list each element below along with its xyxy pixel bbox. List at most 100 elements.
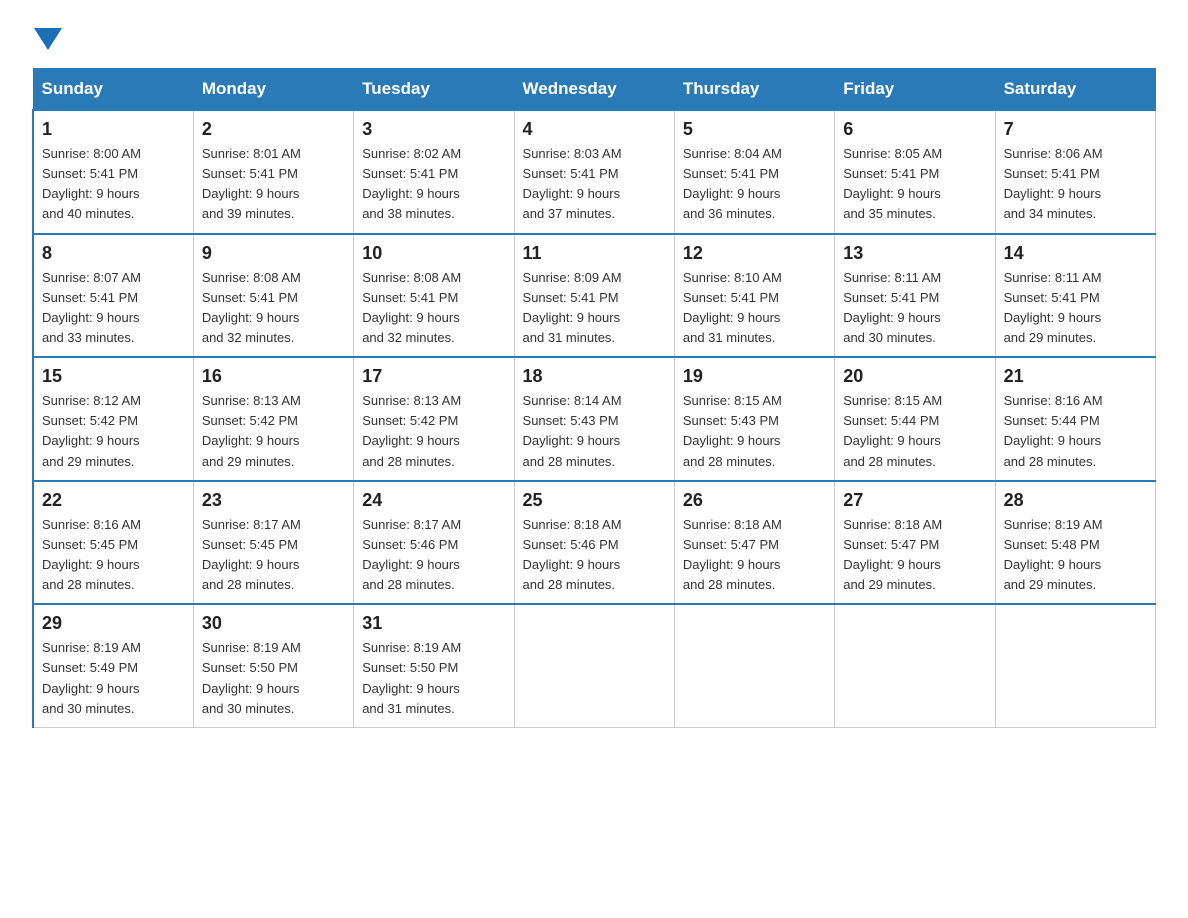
page-header bbox=[32, 24, 1156, 48]
day-number: 26 bbox=[683, 490, 826, 511]
day-info: Sunrise: 8:07 AMSunset: 5:41 PMDaylight:… bbox=[42, 270, 141, 345]
day-info: Sunrise: 8:11 AMSunset: 5:41 PMDaylight:… bbox=[1004, 270, 1102, 345]
calendar-cell: 17 Sunrise: 8:13 AMSunset: 5:42 PMDaylig… bbox=[354, 357, 514, 481]
day-info: Sunrise: 8:16 AMSunset: 5:44 PMDaylight:… bbox=[1004, 393, 1103, 468]
day-info: Sunrise: 8:14 AMSunset: 5:43 PMDaylight:… bbox=[523, 393, 622, 468]
day-number: 4 bbox=[523, 119, 666, 140]
day-info: Sunrise: 8:16 AMSunset: 5:45 PMDaylight:… bbox=[42, 517, 141, 592]
calendar-cell: 14 Sunrise: 8:11 AMSunset: 5:41 PMDaylig… bbox=[995, 234, 1155, 358]
day-info: Sunrise: 8:08 AMSunset: 5:41 PMDaylight:… bbox=[202, 270, 301, 345]
calendar-cell: 19 Sunrise: 8:15 AMSunset: 5:43 PMDaylig… bbox=[674, 357, 834, 481]
col-header-tuesday: Tuesday bbox=[354, 69, 514, 111]
calendar-cell: 8 Sunrise: 8:07 AMSunset: 5:41 PMDayligh… bbox=[33, 234, 193, 358]
day-number: 20 bbox=[843, 366, 986, 387]
calendar-cell: 4 Sunrise: 8:03 AMSunset: 5:41 PMDayligh… bbox=[514, 110, 674, 234]
day-info: Sunrise: 8:19 AMSunset: 5:50 PMDaylight:… bbox=[362, 640, 461, 715]
day-info: Sunrise: 8:06 AMSunset: 5:41 PMDaylight:… bbox=[1004, 146, 1103, 221]
calendar-cell: 6 Sunrise: 8:05 AMSunset: 5:41 PMDayligh… bbox=[835, 110, 995, 234]
day-info: Sunrise: 8:18 AMSunset: 5:46 PMDaylight:… bbox=[523, 517, 622, 592]
day-info: Sunrise: 8:04 AMSunset: 5:41 PMDaylight:… bbox=[683, 146, 782, 221]
day-number: 8 bbox=[42, 243, 185, 264]
day-number: 2 bbox=[202, 119, 345, 140]
calendar-cell: 21 Sunrise: 8:16 AMSunset: 5:44 PMDaylig… bbox=[995, 357, 1155, 481]
calendar-cell: 20 Sunrise: 8:15 AMSunset: 5:44 PMDaylig… bbox=[835, 357, 995, 481]
calendar-week-5: 29 Sunrise: 8:19 AMSunset: 5:49 PMDaylig… bbox=[33, 604, 1156, 727]
day-number: 13 bbox=[843, 243, 986, 264]
day-info: Sunrise: 8:02 AMSunset: 5:41 PMDaylight:… bbox=[362, 146, 461, 221]
calendar-cell: 10 Sunrise: 8:08 AMSunset: 5:41 PMDaylig… bbox=[354, 234, 514, 358]
calendar-header: SundayMondayTuesdayWednesdayThursdayFrid… bbox=[33, 69, 1156, 111]
calendar-cell: 7 Sunrise: 8:06 AMSunset: 5:41 PMDayligh… bbox=[995, 110, 1155, 234]
day-number: 12 bbox=[683, 243, 826, 264]
calendar-cell: 31 Sunrise: 8:19 AMSunset: 5:50 PMDaylig… bbox=[354, 604, 514, 727]
calendar-cell: 29 Sunrise: 8:19 AMSunset: 5:49 PMDaylig… bbox=[33, 604, 193, 727]
calendar-cell: 26 Sunrise: 8:18 AMSunset: 5:47 PMDaylig… bbox=[674, 481, 834, 605]
day-info: Sunrise: 8:19 AMSunset: 5:49 PMDaylight:… bbox=[42, 640, 141, 715]
day-info: Sunrise: 8:15 AMSunset: 5:43 PMDaylight:… bbox=[683, 393, 782, 468]
calendar-cell: 30 Sunrise: 8:19 AMSunset: 5:50 PMDaylig… bbox=[193, 604, 353, 727]
calendar-cell: 9 Sunrise: 8:08 AMSunset: 5:41 PMDayligh… bbox=[193, 234, 353, 358]
calendar-cell bbox=[835, 604, 995, 727]
col-header-thursday: Thursday bbox=[674, 69, 834, 111]
day-number: 10 bbox=[362, 243, 505, 264]
day-number: 5 bbox=[683, 119, 826, 140]
calendar-table: SundayMondayTuesdayWednesdayThursdayFrid… bbox=[32, 68, 1156, 728]
day-info: Sunrise: 8:03 AMSunset: 5:41 PMDaylight:… bbox=[523, 146, 622, 221]
calendar-cell: 12 Sunrise: 8:10 AMSunset: 5:41 PMDaylig… bbox=[674, 234, 834, 358]
col-header-monday: Monday bbox=[193, 69, 353, 111]
day-info: Sunrise: 8:18 AMSunset: 5:47 PMDaylight:… bbox=[843, 517, 942, 592]
day-number: 16 bbox=[202, 366, 345, 387]
day-number: 30 bbox=[202, 613, 345, 634]
day-number: 14 bbox=[1004, 243, 1147, 264]
calendar-cell: 16 Sunrise: 8:13 AMSunset: 5:42 PMDaylig… bbox=[193, 357, 353, 481]
day-info: Sunrise: 8:18 AMSunset: 5:47 PMDaylight:… bbox=[683, 517, 782, 592]
calendar-cell: 1 Sunrise: 8:00 AMSunset: 5:41 PMDayligh… bbox=[33, 110, 193, 234]
calendar-week-1: 1 Sunrise: 8:00 AMSunset: 5:41 PMDayligh… bbox=[33, 110, 1156, 234]
calendar-week-4: 22 Sunrise: 8:16 AMSunset: 5:45 PMDaylig… bbox=[33, 481, 1156, 605]
calendar-cell: 3 Sunrise: 8:02 AMSunset: 5:41 PMDayligh… bbox=[354, 110, 514, 234]
day-info: Sunrise: 8:19 AMSunset: 5:48 PMDaylight:… bbox=[1004, 517, 1103, 592]
day-info: Sunrise: 8:19 AMSunset: 5:50 PMDaylight:… bbox=[202, 640, 301, 715]
col-header-sunday: Sunday bbox=[33, 69, 193, 111]
calendar-cell: 22 Sunrise: 8:16 AMSunset: 5:45 PMDaylig… bbox=[33, 481, 193, 605]
day-number: 19 bbox=[683, 366, 826, 387]
logo bbox=[32, 24, 62, 48]
calendar-cell: 25 Sunrise: 8:18 AMSunset: 5:46 PMDaylig… bbox=[514, 481, 674, 605]
calendar-cell: 11 Sunrise: 8:09 AMSunset: 5:41 PMDaylig… bbox=[514, 234, 674, 358]
calendar-week-2: 8 Sunrise: 8:07 AMSunset: 5:41 PMDayligh… bbox=[33, 234, 1156, 358]
day-number: 15 bbox=[42, 366, 185, 387]
calendar-cell: 5 Sunrise: 8:04 AMSunset: 5:41 PMDayligh… bbox=[674, 110, 834, 234]
calendar-cell bbox=[514, 604, 674, 727]
day-info: Sunrise: 8:08 AMSunset: 5:41 PMDaylight:… bbox=[362, 270, 461, 345]
day-number: 22 bbox=[42, 490, 185, 511]
col-header-wednesday: Wednesday bbox=[514, 69, 674, 111]
day-number: 28 bbox=[1004, 490, 1147, 511]
calendar-cell: 2 Sunrise: 8:01 AMSunset: 5:41 PMDayligh… bbox=[193, 110, 353, 234]
day-number: 31 bbox=[362, 613, 505, 634]
calendar-cell: 24 Sunrise: 8:17 AMSunset: 5:46 PMDaylig… bbox=[354, 481, 514, 605]
day-number: 27 bbox=[843, 490, 986, 511]
day-info: Sunrise: 8:17 AMSunset: 5:45 PMDaylight:… bbox=[202, 517, 301, 592]
calendar-cell: 23 Sunrise: 8:17 AMSunset: 5:45 PMDaylig… bbox=[193, 481, 353, 605]
day-number: 21 bbox=[1004, 366, 1147, 387]
day-info: Sunrise: 8:13 AMSunset: 5:42 PMDaylight:… bbox=[202, 393, 301, 468]
day-info: Sunrise: 8:13 AMSunset: 5:42 PMDaylight:… bbox=[362, 393, 461, 468]
calendar-cell bbox=[995, 604, 1155, 727]
day-info: Sunrise: 8:10 AMSunset: 5:41 PMDaylight:… bbox=[683, 270, 782, 345]
day-info: Sunrise: 8:12 AMSunset: 5:42 PMDaylight:… bbox=[42, 393, 141, 468]
day-number: 17 bbox=[362, 366, 505, 387]
day-number: 1 bbox=[42, 119, 185, 140]
calendar-cell: 27 Sunrise: 8:18 AMSunset: 5:47 PMDaylig… bbox=[835, 481, 995, 605]
col-header-saturday: Saturday bbox=[995, 69, 1155, 111]
day-number: 3 bbox=[362, 119, 505, 140]
day-info: Sunrise: 8:17 AMSunset: 5:46 PMDaylight:… bbox=[362, 517, 461, 592]
day-number: 23 bbox=[202, 490, 345, 511]
day-info: Sunrise: 8:09 AMSunset: 5:41 PMDaylight:… bbox=[523, 270, 622, 345]
calendar-cell: 15 Sunrise: 8:12 AMSunset: 5:42 PMDaylig… bbox=[33, 357, 193, 481]
logo-triangle-icon bbox=[34, 28, 62, 50]
day-number: 9 bbox=[202, 243, 345, 264]
day-number: 29 bbox=[42, 613, 185, 634]
day-number: 24 bbox=[362, 490, 505, 511]
calendar-cell: 18 Sunrise: 8:14 AMSunset: 5:43 PMDaylig… bbox=[514, 357, 674, 481]
day-number: 6 bbox=[843, 119, 986, 140]
